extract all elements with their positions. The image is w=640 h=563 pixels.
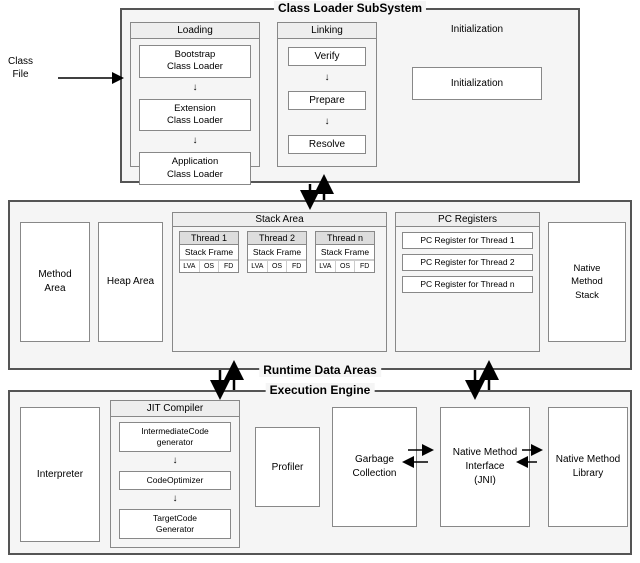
init-title: Initialization xyxy=(392,22,562,37)
stack-area-title: Stack Area xyxy=(173,213,386,227)
bootstrap-loader: BootstrapClass Loader xyxy=(139,45,251,78)
initialization-box: Initialization xyxy=(412,67,542,100)
thread-n: Thread n Stack Frame LVA OS FD xyxy=(315,231,375,273)
heap-area: Heap Area xyxy=(98,222,163,342)
link-arrow-2: ↓ xyxy=(278,116,376,127)
pc-reg-n: PC Register for Thread n xyxy=(402,276,533,293)
runtime-title: Runtime Data Areas xyxy=(259,363,381,377)
loading-section: Loading BootstrapClass Loader ↓ Extensio… xyxy=(130,22,260,167)
jit-title: JIT Compiler xyxy=(111,401,239,417)
thread-1: Thread 1 Stack Frame LVA OS FD xyxy=(179,231,239,273)
resolve-box: Resolve xyxy=(288,135,366,154)
jit-target: TargetCodeGenerator xyxy=(119,509,231,539)
thread-1-stack-frame: Stack Frame xyxy=(180,245,238,260)
thread-2: Thread 2 Stack Frame LVA OS FD xyxy=(247,231,307,273)
initialization-section: Initialization Initialization xyxy=(392,22,562,167)
native-method-library: Native MethodLibrary xyxy=(548,407,628,527)
native-method-stack: NativeMethodStack xyxy=(548,222,626,342)
jit-arrow-1: ↓ xyxy=(111,456,239,466)
t2-lva: LVA xyxy=(248,261,268,272)
tn-fd: FD xyxy=(355,261,374,272)
jit-intermediate: IntermediateCodegenerator xyxy=(119,422,231,452)
method-area: MethodArea xyxy=(20,222,90,342)
extension-loader: ExtensionClass Loader xyxy=(139,99,251,132)
prepare-box: Prepare xyxy=(288,91,366,110)
t1-os: OS xyxy=(200,261,220,272)
thread-n-stack-frame: Stack Frame xyxy=(316,245,374,260)
class-loader-title: Class Loader SubSystem xyxy=(274,1,426,15)
native-method-interface: Native MethodInterface(JNI) xyxy=(440,407,530,527)
t2-fd: FD xyxy=(287,261,306,272)
pc-reg-2: PC Register for Thread 2 xyxy=(402,254,533,271)
class-file-label: Class File xyxy=(8,55,33,81)
ee-title: Execution Engine xyxy=(266,383,375,397)
class-loader-subsystem: Class Loader SubSystem Loading Bootstrap… xyxy=(120,8,580,183)
thread-2-title: Thread 2 xyxy=(248,232,306,245)
jit-arrow-2: ↓ xyxy=(111,494,239,504)
jit-compiler: JIT Compiler IntermediateCodegenerator ↓… xyxy=(110,400,240,548)
pc-title: PC Registers xyxy=(396,213,539,227)
jit-optimizer: CodeOptimizer xyxy=(119,471,231,490)
loading-title: Loading xyxy=(131,23,259,39)
thread-n-title: Thread n xyxy=(316,232,374,245)
profiler: Profiler xyxy=(255,427,320,507)
tn-os: OS xyxy=(336,261,356,272)
runtime-data-areas: Runtime Data Areas MethodArea Heap Area … xyxy=(8,200,632,370)
loader-arrow-1: ↓ xyxy=(131,82,259,93)
execution-engine: Execution Engine Interpreter JIT Compile… xyxy=(8,390,632,555)
thread-2-stack-frame: Stack Frame xyxy=(248,245,306,260)
stack-area: Stack Area Thread 1 Stack Frame LVA OS F… xyxy=(172,212,387,352)
interpreter: Interpreter xyxy=(20,407,100,542)
diagram: Class File Class Loader SubSystem Loadin… xyxy=(0,0,640,563)
tn-lva: LVA xyxy=(316,261,336,272)
t2-os: OS xyxy=(268,261,288,272)
pc-registers: PC Registers PC Register for Thread 1 PC… xyxy=(395,212,540,352)
pc-reg-1: PC Register for Thread 1 xyxy=(402,232,533,249)
verify-box: Verify xyxy=(288,47,366,66)
application-loader: ApplicationClass Loader xyxy=(139,152,251,185)
thread-1-title: Thread 1 xyxy=(180,232,238,245)
linking-title: Linking xyxy=(278,23,376,39)
linking-section: Linking Verify ↓ Prepare ↓ Resolve xyxy=(277,22,377,167)
link-arrow-1: ↓ xyxy=(278,72,376,83)
t1-lva: LVA xyxy=(180,261,200,272)
garbage-collection: GarbageCollection xyxy=(332,407,417,527)
t1-fd: FD xyxy=(219,261,238,272)
loader-arrow-2: ↓ xyxy=(131,135,259,146)
